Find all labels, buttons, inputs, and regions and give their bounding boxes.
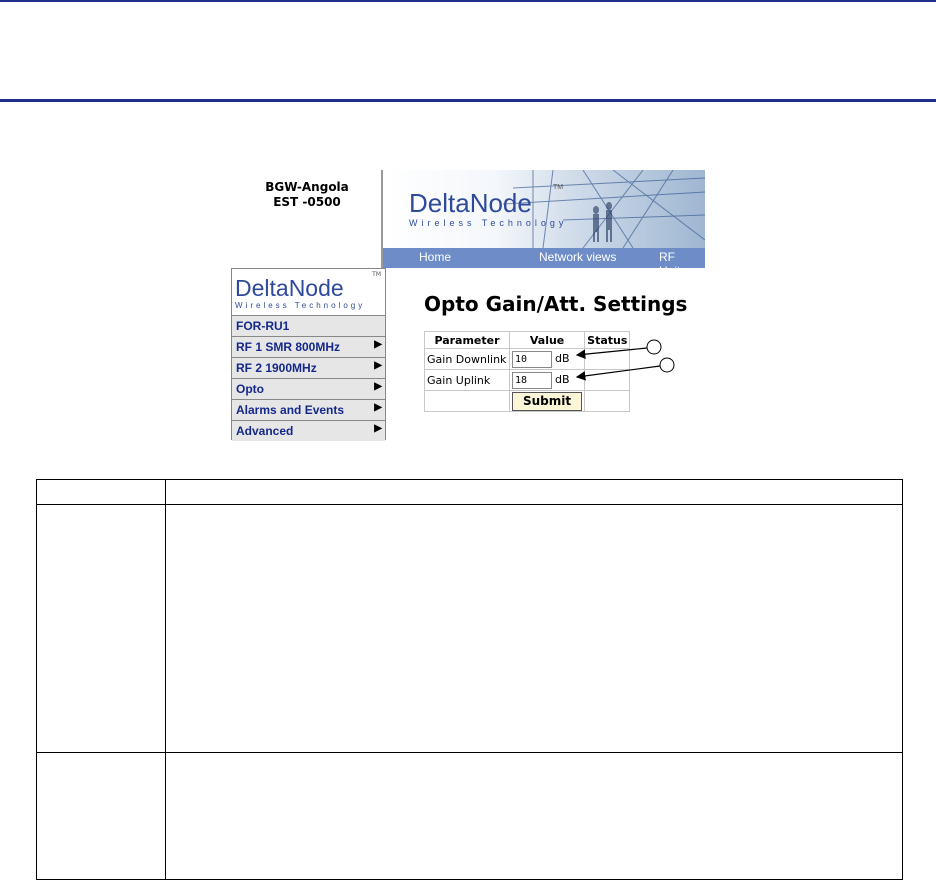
desc-cell	[165, 504, 903, 753]
sidebar-item-label: FOR-RU1	[236, 319, 290, 333]
description-table	[36, 479, 903, 880]
desc-cell	[36, 504, 166, 753]
empty-cell	[424, 390, 510, 412]
sidebar-item-label: Advanced	[236, 424, 294, 438]
table-row: Submit	[424, 390, 631, 412]
sidebar-logo-text: DeltaNode	[235, 275, 344, 301]
page-title: Opto Gain/Att. Settings	[424, 292, 688, 316]
top-rule	[0, 0, 936, 2]
sidebar-item-rf2[interactable]: RF 2 1900MHz ▶	[232, 357, 385, 378]
banner-image: DeltaNode Wireless Technology TM	[383, 170, 705, 248]
empty-cell	[584, 390, 631, 412]
callout-circle-2	[659, 357, 675, 373]
sidebar-logo-sub: Wireless Technology	[235, 301, 366, 310]
desc-row	[36, 504, 903, 753]
banner-logo-sub: Wireless Technology	[409, 218, 568, 228]
callout-circle-1	[646, 339, 662, 355]
sidebar-item-label: RF 1 SMR 800MHz	[236, 340, 341, 354]
desc-header-row	[36, 479, 903, 505]
sidebar-item-opto[interactable]: Opto ▶	[232, 378, 385, 399]
desc-header-cell	[165, 479, 903, 505]
sidebar-menu: FOR-RU1 RF 1 SMR 800MHz ▶ RF 2 1900MHz ▶…	[232, 315, 385, 441]
sidebar: DeltaNode Wireless Technology TM FOR-RU1…	[231, 268, 386, 441]
column-header-parameter: Parameter	[424, 331, 510, 349]
banner: DeltaNode Wireless Technology TM Home Ne…	[381, 170, 705, 278]
site-info: BGW-Angola EST -0500	[232, 180, 382, 210]
desc-header-cell	[36, 479, 166, 505]
banner-logo: DeltaNode	[409, 188, 532, 218]
nav-network-views[interactable]: Network views	[539, 250, 616, 264]
sidebar-logo: DeltaNode Wireless Technology TM	[232, 269, 385, 315]
sidebar-item-label: Alarms and Events	[236, 403, 345, 417]
arrow-right-icon: ▶	[374, 402, 382, 413]
sidebar-item-for-ru1[interactable]: FOR-RU1	[232, 315, 385, 336]
arrow-right-icon: ▶	[374, 360, 382, 371]
submit-cell: Submit	[508, 390, 586, 412]
nav-rf-units[interactable]: RF Units	[659, 250, 705, 278]
submit-button[interactable]: Submit	[512, 391, 583, 411]
gain-downlink-input[interactable]	[512, 350, 552, 368]
nav-home[interactable]: Home	[419, 250, 451, 264]
top-nav: Home Network views RF Units	[383, 248, 705, 278]
gain-uplink-input[interactable]	[512, 371, 552, 389]
desc-cell	[36, 752, 166, 880]
callout-arrow-1	[575, 347, 648, 359]
sidebar-item-alarms[interactable]: Alarms and Events ▶	[232, 399, 385, 420]
arrow-right-icon: ▶	[374, 423, 382, 434]
sidebar-item-label: Opto	[236, 382, 264, 396]
header-rule	[0, 99, 936, 102]
arrow-right-icon: ▶	[374, 381, 382, 392]
site-name: BGW-Angola	[265, 180, 349, 194]
callout-arrows	[575, 339, 675, 381]
param-gain-downlink: Gain Downlink	[424, 348, 510, 370]
sidebar-trademark: TM	[372, 271, 381, 278]
callout-arrow-2	[575, 365, 661, 381]
trademark-mark: TM	[553, 184, 564, 191]
sidebar-item-rf1[interactable]: RF 1 SMR 800MHz ▶	[232, 336, 385, 357]
site-timezone: EST -0500	[273, 195, 341, 209]
desc-row	[36, 752, 903, 880]
param-gain-uplink: Gain Uplink	[424, 369, 510, 391]
sidebar-item-advanced[interactable]: Advanced ▶	[232, 420, 385, 441]
sidebar-item-label: RF 2 1900MHz	[236, 361, 317, 375]
desc-cell	[165, 752, 903, 880]
arrow-right-icon: ▶	[374, 339, 382, 350]
